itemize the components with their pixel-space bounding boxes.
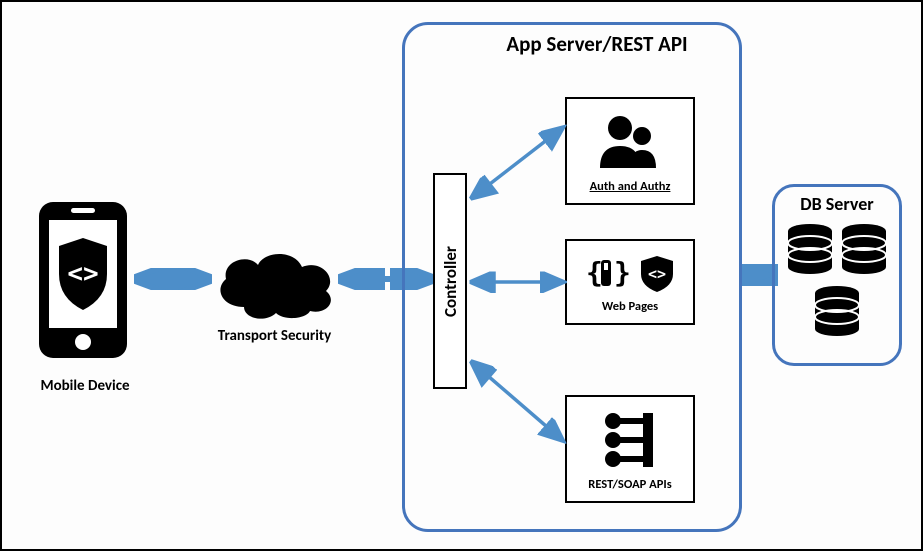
mobile-device-label: Mobile Device [20,377,150,395]
mobile-device-icon: <> [37,200,132,360]
arrow-mobile-cloud [134,268,212,290]
shield-code-icon: <> [637,252,677,294]
web-pages-label: Web Pages [571,299,689,314]
db-server-title: DB Server [775,193,899,215]
api-label: REST/SOAP APIs [571,477,689,492]
svg-text:<>: <> [648,265,666,283]
svg-text:<>: <> [67,259,98,289]
arrow-controller-api [467,355,567,447]
app-server-title: App Server/REST API [465,31,729,57]
arrow-controller-web [467,271,567,293]
arrow-controller-auth [467,117,567,203]
database-stack-icon [778,217,896,353]
people-icon [596,112,664,172]
svg-text:}: } [614,256,629,289]
controller-box: Controller [433,173,467,389]
auth-label: Auth and Authz [571,179,689,194]
app-server-container: App Server/REST API Controller Auth and … [402,22,742,532]
db-server-container: DB Server [772,184,902,366]
svg-text:{: { [586,256,603,289]
web-pages-box: { } <> Web Pages [565,239,695,325]
cloud-icon [210,245,340,321]
transport-security-label: Transport Security [202,327,347,345]
controller-label: Controller [440,246,461,317]
auth-box: Auth and Authz [565,97,695,205]
api-box: REST/SOAP APIs [565,395,695,503]
api-connector-icon [595,409,665,471]
code-braces-icon: { } [583,252,629,294]
